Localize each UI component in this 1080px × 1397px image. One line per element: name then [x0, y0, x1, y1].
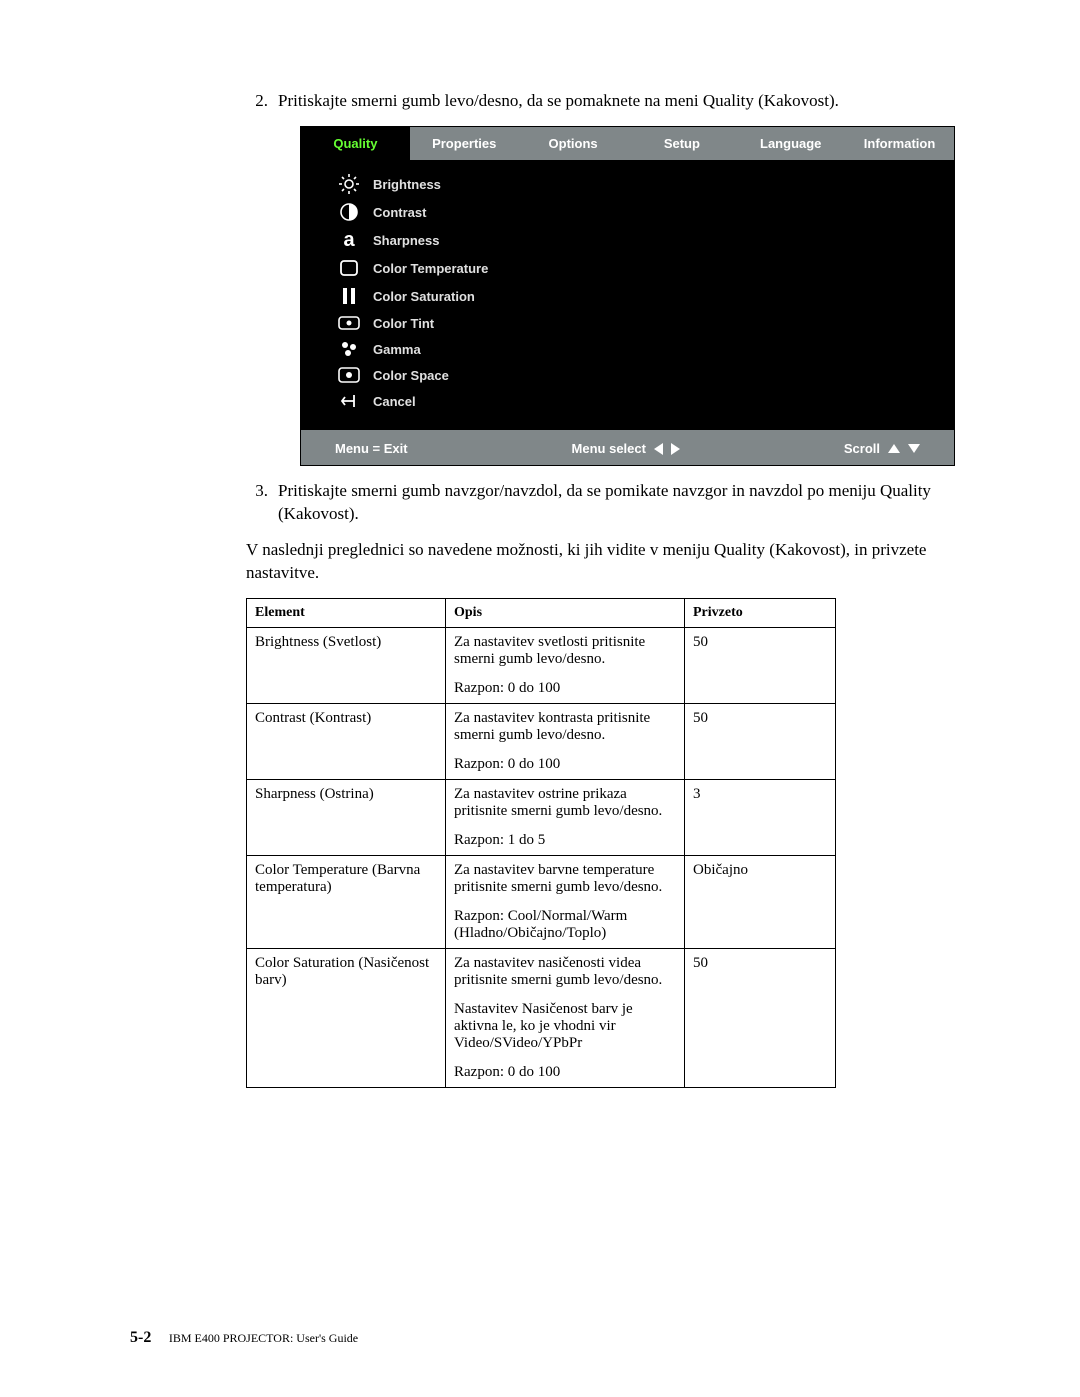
color-temperature-icon: [325, 258, 373, 278]
color-saturation-icon: [325, 286, 373, 306]
table-row: Contrast (Kontrast) Za nastavitev kontra…: [247, 704, 836, 780]
osd-tab-information[interactable]: Information: [845, 127, 954, 160]
osd-item-color-space[interactable]: Color Space: [301, 362, 954, 388]
osd-tab-language[interactable]: Language: [736, 127, 845, 160]
col-privzeto: Privzeto: [685, 599, 836, 628]
cell-privzeto: 50: [685, 704, 836, 780]
col-element: Element: [247, 599, 446, 628]
osd-tab-options[interactable]: Options: [519, 127, 628, 160]
osd-item-label: Sharpness: [373, 233, 439, 248]
osd-item-label: Contrast: [373, 205, 426, 220]
osd-item-label: Color Temperature: [373, 261, 488, 276]
footer-title: IBM E400 PROJECTOR: User's Guide: [169, 1331, 358, 1345]
table-row: Brightness (Svetlost) Za nastavitev svet…: [247, 628, 836, 704]
quality-options-table: Element Opis Privzeto Brightness (Svetlo…: [246, 598, 836, 1088]
osd-item-label: Color Tint: [373, 316, 434, 331]
step-2: 2. Pritiskajte smerni gumb levo/desno, d…: [246, 90, 950, 112]
osd-item-color-tint[interactable]: Color Tint: [301, 310, 954, 336]
page-footer: 5-2 IBM E400 PROJECTOR: User's Guide: [130, 1329, 358, 1347]
cell-opis: Za nastavitev kontrasta pritisnite smern…: [446, 704, 685, 780]
osd-item-label: Gamma: [373, 342, 421, 357]
osd-item-label: Color Saturation: [373, 289, 475, 304]
osd-menu-body: Brightness Contrast a Sharpness Color Te…: [301, 160, 954, 424]
osd-item-color-saturation[interactable]: Color Saturation: [301, 282, 954, 310]
table-row: Sharpness (Ostrina) Za nastavitev ostrin…: [247, 780, 836, 856]
col-opis: Opis: [446, 599, 685, 628]
osd-item-label: Brightness: [373, 177, 441, 192]
osd-footer-exit: Menu = Exit: [335, 441, 408, 456]
brightness-icon: [325, 174, 373, 194]
color-space-icon: [325, 366, 373, 384]
step-number: 3.: [246, 480, 268, 525]
page-number: 5-2: [130, 1329, 151, 1346]
osd-footer: Menu = Exit Menu select Scroll: [301, 432, 954, 465]
cell-element: Color Temperature (Barvna temperatura): [247, 856, 446, 949]
osd-item-label: Color Space: [373, 368, 449, 383]
osd-item-label: Cancel: [373, 394, 416, 409]
cell-privzeto: 50: [685, 949, 836, 1088]
cell-element: Brightness (Svetlost): [247, 628, 446, 704]
cell-opis: Za nastavitev svetlosti pritisnite smern…: [446, 628, 685, 704]
cell-privzeto: 3: [685, 780, 836, 856]
arrow-up-icon: [888, 444, 900, 453]
osd-item-contrast[interactable]: Contrast: [301, 198, 954, 226]
cell-element: Color Saturation (Nasičenost barv): [247, 949, 446, 1088]
cell-opis: Za nastavitev nasičenosti videa pritisni…: [446, 949, 685, 1088]
osd-tab-bar: Quality Properties Options Setup Languag…: [301, 127, 954, 160]
step-3: 3. Pritiskajte smerni gumb navzgor/navzd…: [246, 480, 950, 525]
table-row: Color Temperature (Barvna temperatura) Z…: [247, 856, 836, 949]
arrow-left-icon: [654, 443, 663, 455]
sharpness-icon: a: [325, 230, 373, 250]
cell-element: Sharpness (Ostrina): [247, 780, 446, 856]
osd-item-cancel[interactable]: Cancel: [301, 388, 954, 414]
osd-item-brightness[interactable]: Brightness: [301, 170, 954, 198]
intro-paragraph: V naslednji preglednici so navedene možn…: [246, 539, 950, 584]
cell-privzeto: Običajno: [685, 856, 836, 949]
osd-tab-properties[interactable]: Properties: [410, 127, 519, 160]
osd-item-gamma[interactable]: Gamma: [301, 336, 954, 362]
osd-tab-quality[interactable]: Quality: [301, 127, 410, 160]
osd-footer-scroll: Scroll: [844, 441, 920, 456]
step-text: Pritiskajte smerni gumb navzgor/navzdol,…: [278, 480, 950, 525]
gamma-icon: [325, 340, 373, 358]
step-text: Pritiskajte smerni gumb levo/desno, da s…: [278, 90, 950, 112]
color-tint-icon: [325, 314, 373, 332]
cell-opis: Za nastavitev barvne temperature pritisn…: [446, 856, 685, 949]
arrow-down-icon: [908, 444, 920, 453]
step-number: 2.: [246, 90, 268, 112]
cell-element: Contrast (Kontrast): [247, 704, 446, 780]
cell-privzeto: 50: [685, 628, 836, 704]
osd-item-color-temperature[interactable]: Color Temperature: [301, 254, 954, 282]
cell-opis: Za nastavitev ostrine prikaza pritisnite…: [446, 780, 685, 856]
osd-tab-setup[interactable]: Setup: [627, 127, 736, 160]
osd-item-sharpness[interactable]: a Sharpness: [301, 226, 954, 254]
arrow-right-icon: [671, 443, 680, 455]
table-row: Color Saturation (Nasičenost barv) Za na…: [247, 949, 836, 1088]
cancel-icon: [325, 392, 373, 410]
osd-screenshot: Quality Properties Options Setup Languag…: [300, 126, 955, 466]
osd-footer-select: Menu select: [572, 441, 680, 456]
contrast-icon: [325, 202, 373, 222]
